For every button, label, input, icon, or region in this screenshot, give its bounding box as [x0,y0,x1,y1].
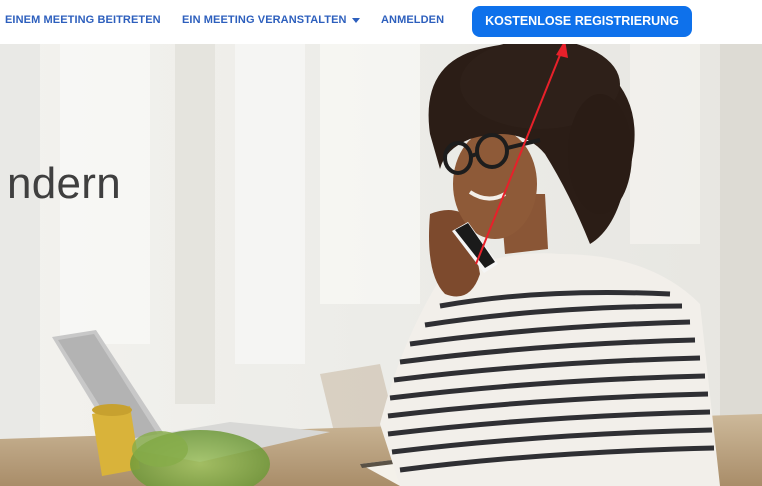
join-meeting-link[interactable]: EINEM MEETING BEITRETEN [5,14,161,26]
sign-in-link[interactable]: ANMELDEN [381,14,444,26]
host-meeting-label: EIN MEETING VERANSTALTEN [182,14,347,26]
top-navigation: EINEM MEETING BEITRETEN EIN MEETING VERA… [0,0,762,44]
caret-down-icon [351,17,360,23]
arrow-icon [475,44,568,265]
hero-banner: ndern [0,44,762,486]
free-signup-button[interactable]: KOSTENLOSE REGISTRIERUNG [472,6,692,37]
host-meeting-menu[interactable]: EIN MEETING VERANSTALTEN [182,14,360,26]
